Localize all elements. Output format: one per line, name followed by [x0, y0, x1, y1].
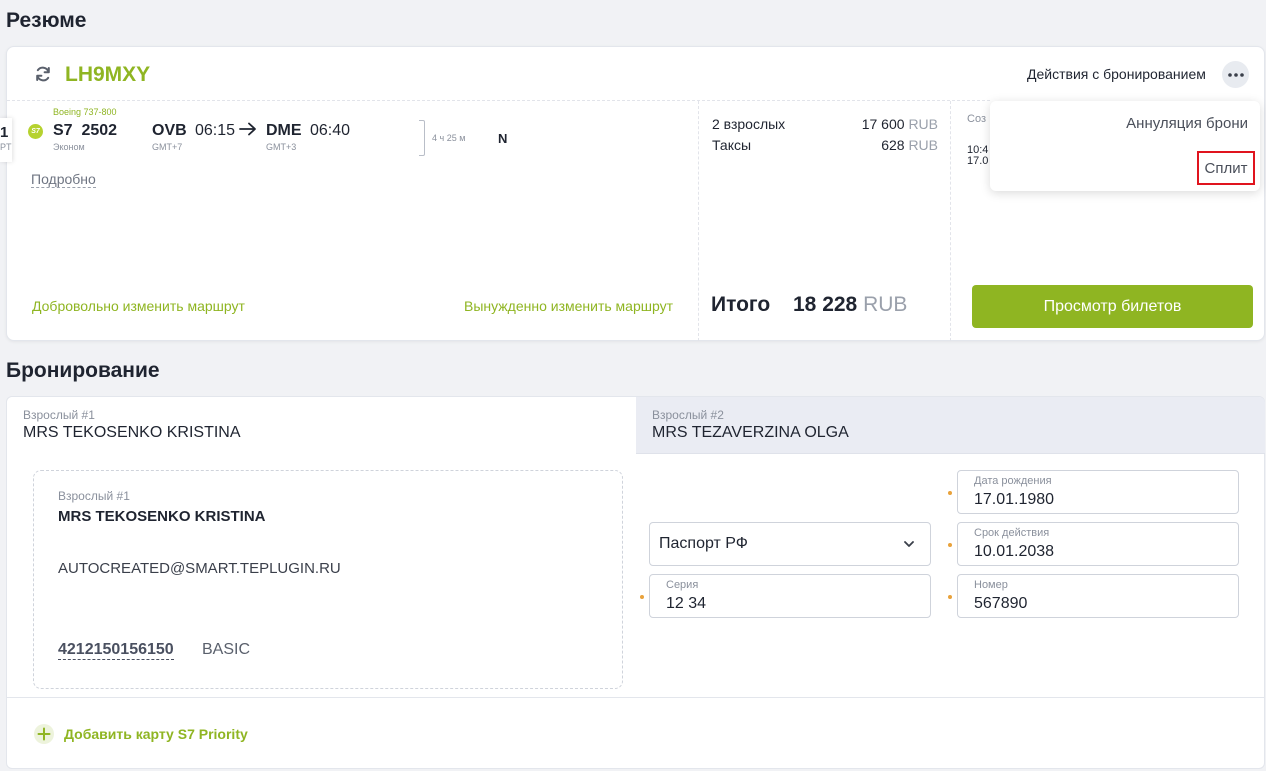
booking-divider	[7, 697, 1265, 698]
required-indicator	[948, 543, 952, 547]
tab-passenger-name: MRS TEZAVERZINA OLGA	[652, 424, 849, 441]
more-dots-icon	[1227, 72, 1244, 77]
booking-actions-label[interactable]: Действия с бронированием	[1027, 66, 1206, 82]
tab-passenger-1[interactable]: Взрослый #1 MRS TEKOSENKO KRISTINA	[7, 397, 636, 453]
document-type-value: Паспорт РФ	[659, 535, 748, 552]
passenger-email: AUTOCREATED@SMART.TEPLUGIN.RU	[58, 560, 341, 577]
expiry-date-field[interactable]: Срок действия 10.01.2038	[957, 522, 1239, 566]
fare-row-currency: RUB	[908, 137, 938, 153]
fare-row-label: Таксы	[712, 137, 752, 153]
required-indicator	[640, 595, 644, 599]
total-currency: RUB	[863, 293, 908, 316]
birth-date-value: 17.01.1980	[974, 491, 1055, 508]
previous-segment-tab[interactable]: 1 PT	[0, 118, 12, 162]
total-amount: 18 228	[793, 293, 858, 316]
tab-passenger-name: MRS TEKOSENKO KRISTINA	[23, 424, 241, 441]
fare-row-currency: RUB	[908, 116, 938, 132]
menu-item-split[interactable]: Сплит	[1197, 151, 1255, 185]
document-number-label: Номер	[974, 579, 1008, 591]
plus-circle-icon	[34, 724, 54, 744]
duration-bracket	[419, 120, 425, 156]
tab-passenger-label: Взрослый #1	[23, 408, 95, 422]
fare-row-adults: 2 взрослых 17 600 RUB	[712, 116, 938, 137]
birth-date-field[interactable]: Дата рождения 17.01.1980	[957, 470, 1239, 514]
document-type-select[interactable]: Паспорт РФ	[649, 522, 931, 566]
summary-divider	[7, 100, 990, 101]
booking-title: Бронирование	[6, 359, 160, 382]
created-label: Соз	[967, 113, 986, 125]
series-field[interactable]: Серия 12 34	[649, 574, 931, 618]
origin-timezone: GMT+7	[152, 142, 183, 152]
add-priority-card-label: Добавить карту S7 Priority	[64, 726, 248, 742]
created-column-divider	[950, 101, 951, 341]
total-label: Итого	[711, 293, 771, 316]
previous-segment-tz: PT	[0, 142, 12, 152]
menu-item-cancel-booking[interactable]: Аннуляция брони	[1000, 115, 1248, 132]
chevron-down-icon	[904, 541, 914, 547]
departure-time: 06:15	[195, 122, 236, 139]
loyalty-number-link[interactable]: 4212150156150	[58, 641, 174, 660]
fare-column-divider	[698, 101, 699, 341]
previous-segment-code: 1	[0, 124, 9, 141]
forced-change-link[interactable]: Вынужденно изменить маршрут	[464, 298, 673, 314]
menu-item-split-label: Сплит	[1204, 159, 1248, 177]
total-price: 18 228 RUB	[793, 293, 907, 317]
expiry-date-value: 10.01.2038	[974, 543, 1055, 560]
fare-row-taxes: Таксы 628 RUB	[712, 137, 938, 158]
origin-code: OVB	[152, 122, 187, 139]
series-label: Серия	[666, 579, 699, 591]
fare-row-label: 2 взрослых	[712, 116, 786, 132]
refresh-icon[interactable]	[33, 64, 53, 84]
view-tickets-button[interactable]: Просмотр билетов	[972, 285, 1253, 328]
aircraft-type: Boeing 737-800	[53, 107, 117, 117]
birth-date-label: Дата рождения	[974, 475, 1052, 487]
summary-title: Резюме	[6, 9, 87, 32]
airline-logo: S7	[28, 124, 43, 139]
document-number-value: 567890	[974, 595, 1028, 612]
expiry-date-label: Срок действия	[974, 527, 1050, 539]
fare-row-amount: 628	[881, 137, 905, 153]
booking-class-code: N	[498, 131, 508, 146]
fare-breakdown: 2 взрослых 17 600 RUB Таксы 628 RUB	[712, 116, 938, 158]
flight-duration: 4 ч 25 м	[432, 133, 466, 143]
series-value: 12 34	[666, 595, 707, 612]
required-indicator	[948, 491, 952, 495]
airline-logo-text: S7	[31, 128, 40, 135]
destination-code: DME	[266, 122, 302, 139]
arrow-right-icon	[239, 122, 257, 141]
flight-number: S7 2502	[53, 122, 118, 139]
arrival-time: 06:40	[310, 122, 351, 139]
tab-passenger-label: Взрослый #2	[652, 408, 724, 422]
created-date: 17.0	[967, 155, 989, 167]
destination-timezone: GMT+3	[266, 142, 297, 152]
passenger-type-label: Взрослый #1	[58, 489, 130, 503]
loyalty-level: BASIC	[202, 641, 251, 658]
voluntary-change-link[interactable]: Добровольно изменить маршрут	[32, 298, 245, 314]
fare-row-amount: 17 600	[861, 116, 905, 132]
cabin-class: Эконом	[53, 142, 85, 152]
details-link[interactable]: Подробно	[31, 171, 96, 188]
document-number-field[interactable]: Номер 567890	[957, 574, 1239, 618]
passenger-name: MRS TEKOSENKO KRISTINA	[58, 508, 266, 525]
tab-passenger-2[interactable]: Взрослый #2 MRS TEZAVERZINA OLGA	[636, 397, 1265, 454]
required-indicator	[948, 595, 952, 599]
pnr-code: LH9MXY	[65, 63, 151, 86]
more-actions-button[interactable]	[1222, 61, 1249, 88]
add-priority-card-button[interactable]: Добавить карту S7 Priority	[34, 724, 248, 744]
